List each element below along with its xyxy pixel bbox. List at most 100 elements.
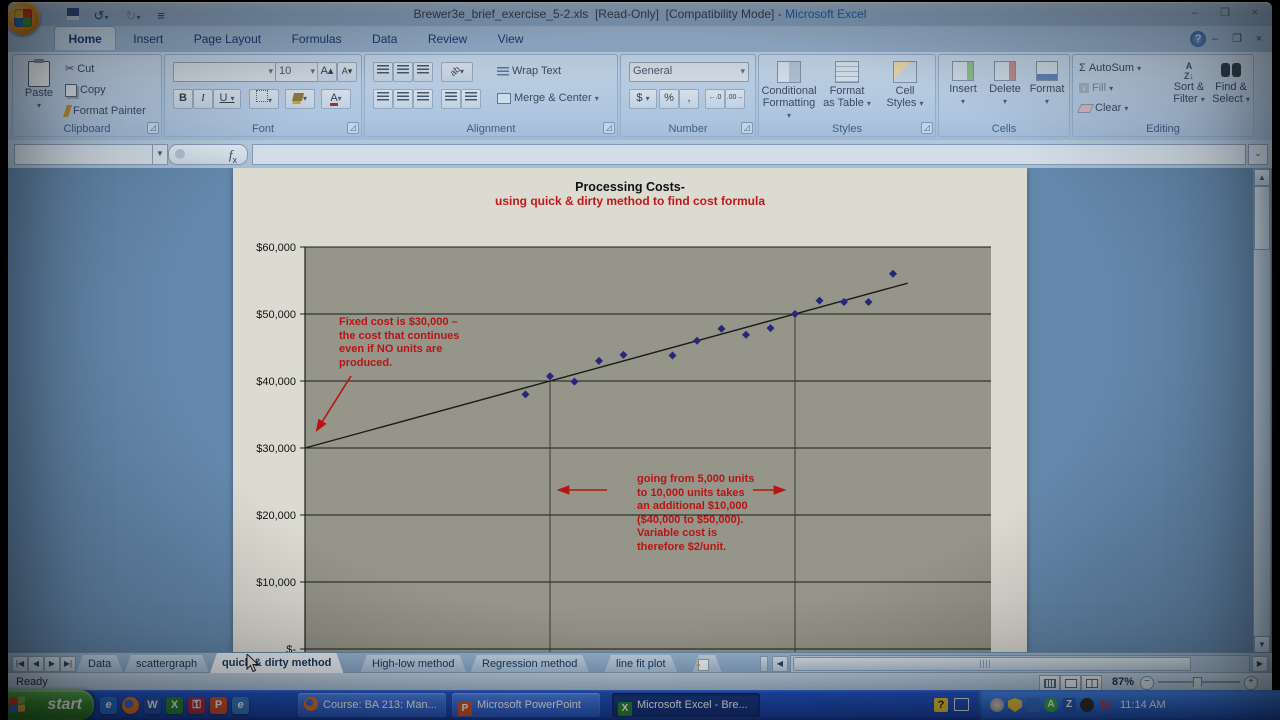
font-dialog-launcher[interactable]: ◿	[347, 122, 359, 134]
italic-button[interactable]: I	[193, 89, 213, 109]
insert-function-button[interactable]: fx	[168, 144, 248, 165]
fill-color-button[interactable]: ▾	[285, 89, 315, 109]
format-painter-button[interactable]: Format Painter	[65, 102, 146, 120]
explorer-icon[interactable]: e	[232, 697, 249, 714]
insert-worksheet-tab[interactable]: ✦	[692, 655, 722, 673]
merge-center-button[interactable]: Merge & Center ▾	[497, 89, 599, 107]
copy-button[interactable]: Copy	[65, 81, 106, 99]
align-middle-button[interactable]	[393, 62, 413, 82]
align-bottom-button[interactable]	[413, 62, 433, 82]
next-sheet-button[interactable]: ▶	[44, 656, 60, 672]
number-dialog-launcher[interactable]: ◿	[741, 122, 753, 134]
scroll-down-button[interactable]: ▼	[1254, 636, 1270, 652]
tab-formulas[interactable]: Formulas	[279, 27, 355, 50]
formula-bar-expand-button[interactable]: ⌄	[1248, 144, 1268, 165]
key-icon[interactable]: ⚿	[188, 697, 205, 714]
name-box-dropdown[interactable]: ▼	[152, 144, 168, 165]
save-button[interactable]	[64, 7, 82, 25]
align-right-button[interactable]	[413, 89, 433, 109]
delete-cells-button[interactable]: Delete▾	[985, 61, 1025, 107]
font-size-combo[interactable]: 10▾	[275, 62, 319, 82]
font-color-button[interactable]: A▾	[321, 89, 351, 109]
zoom-in-button[interactable]: +	[1244, 676, 1258, 690]
align-center-button[interactable]	[393, 89, 413, 109]
close-button[interactable]: ×	[1242, 6, 1268, 21]
prev-sheet-button[interactable]: ◀	[28, 656, 44, 672]
underline-button[interactable]: U ▾	[213, 89, 241, 109]
taskbar-button-excel[interactable]: XMicrosoft Excel - Bre...	[612, 693, 760, 717]
cut-button[interactable]: ✂Cut	[65, 60, 94, 78]
page-layout-view-button[interactable]	[1060, 675, 1081, 691]
last-sheet-button[interactable]: ▶|	[60, 656, 76, 672]
dark-circle-icon[interactable]	[1080, 698, 1094, 712]
format-as-table-button[interactable]: Format as Table ▾	[819, 61, 875, 110]
workbook-close-button[interactable]: ×	[1250, 32, 1268, 47]
horizontal-scrollbar[interactable]	[790, 655, 1250, 673]
increase-indent-button[interactable]	[461, 89, 481, 109]
word-icon[interactable]: W	[144, 697, 161, 714]
font-name-combo[interactable]: ▾	[173, 62, 277, 82]
scroll-up-button[interactable]: ▲	[1254, 169, 1270, 186]
zonealarm-icon[interactable]: Z	[1062, 698, 1076, 712]
vertical-scroll-thumb[interactable]	[1254, 186, 1270, 250]
wrap-text-button[interactable]: Wrap Text	[497, 62, 561, 80]
styles-dialog-launcher[interactable]: ◿	[921, 122, 933, 134]
tab-review[interactable]: Review	[415, 27, 480, 50]
conditional-formatting-button[interactable]: Conditional Formatting ▾	[761, 61, 817, 122]
comma-style-button[interactable]: ,	[679, 89, 699, 109]
borders-button[interactable]: ▾	[249, 89, 279, 109]
tab-data[interactable]: Data	[359, 27, 410, 50]
bold-button[interactable]: B	[173, 89, 193, 109]
qat-customize-button[interactable]: ≡	[154, 7, 168, 25]
tab-page-layout[interactable]: Page Layout	[181, 27, 274, 50]
tab-view[interactable]: View	[485, 27, 537, 50]
sheet-tab-quick-dirty-method[interactable]: quick & dirty method	[210, 653, 343, 673]
workbook-minimize-button[interactable]: –	[1206, 32, 1224, 47]
decrease-decimal-button[interactable]: .00→	[725, 89, 745, 109]
help-tray-icon[interactable]: ?	[934, 698, 948, 712]
sheet-tab-data[interactable]: Data	[76, 655, 123, 673]
hscroll-left-button[interactable]: ◀	[772, 656, 788, 672]
sort-filter-button[interactable]: AZ↓ Sort & Filter ▾	[1169, 61, 1209, 106]
chart-sheet[interactable]: $60,000$50,000$40,000$30,000$20,000$10,0…	[233, 168, 1027, 652]
increase-decimal-button[interactable]: ←.0	[705, 89, 725, 109]
name-box[interactable]	[14, 144, 154, 165]
minimize-button[interactable]: –	[1182, 6, 1208, 21]
start-button[interactable]: start	[0, 690, 94, 720]
number-format-combo[interactable]: General▾	[629, 62, 749, 82]
insert-cells-button[interactable]: Insert▾	[943, 61, 983, 107]
zoom-slider-thumb[interactable]	[1193, 677, 1202, 690]
excel-icon[interactable]: X	[166, 697, 183, 714]
fill-button[interactable]: ↓Fill ▾	[1079, 79, 1113, 97]
align-top-button[interactable]	[373, 62, 393, 82]
paste-button[interactable]: Paste▾	[19, 61, 59, 111]
sheet-tab-high-low-method[interactable]: High-low method	[360, 655, 467, 673]
blue-tool-icon[interactable]	[1026, 698, 1040, 712]
globe-icon[interactable]	[990, 698, 1004, 712]
green-a-icon[interactable]: A	[1044, 698, 1058, 712]
shrink-font-button[interactable]: A▾	[337, 62, 357, 82]
align-left-button[interactable]	[373, 89, 393, 109]
nvidia-icon[interactable]: N	[1098, 698, 1112, 712]
tab-home[interactable]: Home	[54, 26, 115, 50]
hscroll-right-button[interactable]: ▶	[1252, 656, 1268, 672]
horizontal-scroll-thumb[interactable]	[793, 657, 1191, 671]
percent-style-button[interactable]: %	[659, 89, 679, 109]
restore-button[interactable]: ❒	[1212, 6, 1238, 21]
grow-font-button[interactable]: A▴	[317, 62, 337, 82]
tab-insert[interactable]: Insert	[120, 27, 176, 50]
clipboard-dialog-launcher[interactable]: ◿	[147, 122, 159, 134]
tab-split-handle[interactable]	[760, 656, 768, 672]
autosum-button[interactable]: ΣAutoSum ▾	[1079, 59, 1141, 77]
vertical-scrollbar[interactable]: ▲ ▼	[1253, 168, 1271, 652]
find-select-button[interactable]: Find & Select ▾	[1211, 61, 1251, 106]
firefox-icon[interactable]	[122, 697, 139, 714]
page-break-view-button[interactable]	[1081, 675, 1102, 691]
clear-button[interactable]: Clear ▾	[1079, 99, 1128, 117]
office-button[interactable]	[6, 1, 40, 35]
orientation-button[interactable]: ab▾	[441, 62, 473, 82]
workbook-restore-button[interactable]: ❒	[1228, 32, 1246, 47]
accounting-format-button[interactable]: $ ▾	[629, 89, 657, 109]
format-cells-button[interactable]: Format▾	[1027, 61, 1067, 107]
alignment-dialog-launcher[interactable]: ◿	[603, 122, 615, 134]
